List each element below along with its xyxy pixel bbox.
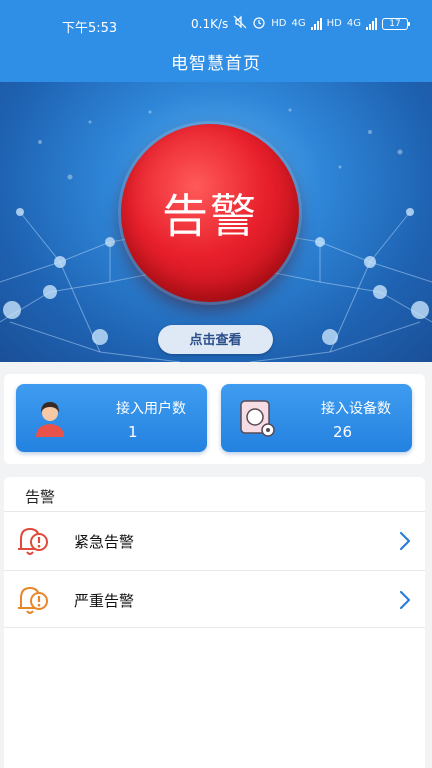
list-item-serious-alarm[interactable]: 严重告警 — [4, 570, 425, 628]
devices-count: 26 — [333, 423, 353, 441]
alarm-banner: 告警 点击查看 — [0, 82, 432, 362]
devices-label: 接入设备数 — [321, 401, 391, 417]
lte-label: 4G — [291, 18, 306, 29]
list-item-urgent-alarm[interactable]: 紧急告警 — [4, 511, 425, 569]
battery-icon: 17 — [382, 17, 410, 30]
bell-alert-icon — [16, 584, 50, 620]
alarm-clock-icon — [252, 15, 266, 32]
chevron-right-icon — [399, 531, 411, 555]
page-title: 电智慧首页 — [171, 54, 261, 74]
app-header: 下午5:53 0.1K/s HD 4G HD 4G 17 电智慧首页 — [0, 0, 432, 82]
alarm-list: 告警 紧急告警 严重告警 — [4, 477, 425, 768]
bell-alert-icon — [16, 525, 50, 561]
chevron-right-icon — [399, 590, 411, 614]
network-speed: 0.1K/s — [191, 16, 229, 31]
hd-badge: HD — [326, 18, 342, 29]
lte-label: 4G — [346, 18, 361, 29]
signal-icon — [366, 17, 377, 30]
urgent-alarm-label: 紧急告警 — [74, 533, 135, 551]
status-indicators: 0.1K/s HD 4G HD 4G 17 — [191, 15, 410, 32]
view-details-button[interactable]: 点击查看 — [158, 325, 273, 354]
connected-devices-stat[interactable]: 接入设备数 26 — [221, 384, 412, 452]
status-time: 下午5:53 — [62, 21, 118, 36]
alarm-section-title: 告警 — [25, 488, 56, 506]
connected-users-stat[interactable]: 接入用户数 1 — [16, 384, 207, 452]
users-count: 1 — [128, 423, 138, 441]
users-label: 接入用户数 — [116, 401, 186, 417]
hd-badge: HD — [271, 18, 287, 29]
alarm-indicator[interactable]: 告警 — [121, 124, 299, 302]
stats-card: 接入用户数 1 接入设备数 26 — [4, 374, 425, 464]
signal-icon — [310, 17, 322, 30]
status-bar: 下午5:53 0.1K/s HD 4G HD 4G 17 — [0, 0, 432, 44]
serious-alarm-label: 严重告警 — [74, 592, 135, 610]
mute-icon — [233, 15, 247, 32]
device-icon — [237, 399, 277, 443]
user-avatar-icon — [32, 399, 68, 441]
